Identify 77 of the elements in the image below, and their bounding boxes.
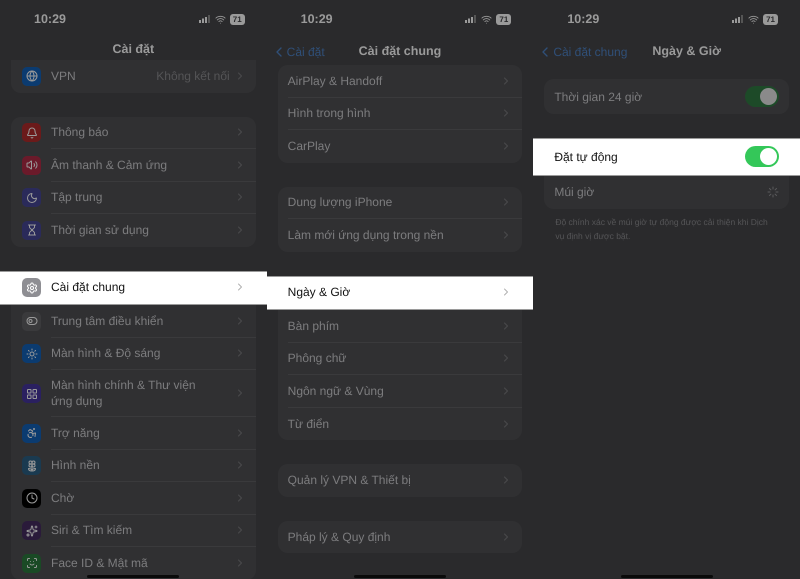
battery-level: 71 — [230, 14, 245, 24]
signal-icon — [465, 15, 478, 23]
row-label: Bàn phím — [288, 318, 340, 334]
settings-row[interactable]: Phông chữ — [278, 342, 522, 375]
row-label: Hình nền — [51, 457, 100, 474]
battery-level: 71 — [496, 14, 512, 24]
row-label: Đặt tự động — [554, 148, 618, 164]
toggle-switch[interactable] — [744, 146, 779, 167]
settings-row[interactable]: Face ID & Mật mã — [11, 547, 256, 579]
row-label: Ngày & Giờ — [288, 284, 350, 300]
row-label: Phông chữ — [288, 350, 346, 366]
settings-row[interactable]: AirPlay & Handoff — [278, 65, 522, 98]
settings-row[interactable]: Thời gian sử dụng — [11, 214, 256, 246]
settings-row[interactable]: Màn hình chính & Thư viện ứng dụng — [11, 370, 256, 417]
settings-row[interactable]: Cài đặt chung — [0, 270, 267, 305]
row-label: Từ điển — [288, 416, 330, 432]
row-label: Âm thanh & Cảm ứng — [51, 156, 168, 173]
nav-title: Cài đặt — [112, 40, 154, 58]
settings-row[interactable]: Múi giờ — [544, 176, 789, 208]
settings-row[interactable]: Trung tâm điều khiển — [11, 305, 256, 338]
battery-level: 71 — [763, 14, 778, 24]
row-label: Trung tâm điều khiển — [51, 312, 164, 329]
settings-row[interactable]: CarPlay — [278, 130, 522, 162]
settings-row[interactable]: Ngày & Giờ — [266, 276, 534, 310]
row-label: Thời gian 24 giờ — [554, 88, 642, 104]
row-label: Ngôn ngữ & Vùng — [288, 382, 384, 399]
row-label: Tập trung — [51, 189, 102, 206]
settings-row[interactable]: Tập trung — [11, 182, 256, 214]
row-label: Cài đặt chung — [51, 279, 126, 296]
wifi-icon — [748, 14, 760, 24]
row-label: Múi giờ — [554, 184, 594, 200]
status-time: 10:29 — [567, 10, 600, 28]
settings-row[interactable]: Thời gian 24 giờ — [544, 79, 789, 114]
row-label: CarPlay — [288, 138, 330, 154]
row-label: AirPlay & Handoff — [288, 72, 382, 89]
settings-row[interactable]: Thông báo — [11, 116, 256, 149]
row-label: Pháp lý & Quy định — [288, 528, 390, 545]
row-label: Chờ — [51, 490, 74, 506]
nav-title: Ngày & Giờ — [652, 43, 721, 60]
toggle-switch[interactable] — [744, 86, 779, 107]
wifi-icon — [481, 14, 492, 24]
row-label: Màn hình & Độ sáng — [51, 345, 160, 362]
settings-row[interactable]: Màn hình & Độ sáng — [11, 338, 256, 370]
row-label: Làm mới ứng dụng trong nền — [288, 227, 444, 244]
settings-row[interactable]: Từ điển — [278, 408, 522, 440]
row-label: Thời gian sử dụng — [51, 222, 149, 238]
status-time: 10:29 — [34, 10, 66, 28]
settings-row[interactable]: Quản lý VPN & Thiết bị — [278, 464, 522, 496]
signal-icon — [198, 15, 211, 23]
settings-row[interactable]: Hình trong hình — [278, 98, 522, 130]
settings-row[interactable]: Dung lượng iPhone — [278, 186, 522, 219]
row-label: Hình trong hình — [288, 105, 370, 122]
row-label: Màn hình chính & Thư viện ứng dụng — [51, 377, 197, 409]
settings-row[interactable]: Bàn phím — [278, 310, 522, 342]
settings-row[interactable]: Chờ — [11, 482, 256, 514]
settings-row[interactable]: Âm thanh & Cảm ứng — [11, 149, 256, 182]
row-label: VPN — [51, 68, 76, 84]
row-label: Thông báo — [51, 124, 108, 140]
spinner-icon — [766, 186, 779, 198]
row-label: Dung lượng iPhone — [288, 194, 392, 210]
row-label: Siri & Tìm kiếm — [51, 522, 132, 538]
settings-row[interactable]: Trợ năng — [11, 417, 256, 450]
settings-row[interactable]: Làm mới ứng dụng trong nền — [278, 219, 522, 252]
wifi-icon — [214, 14, 226, 24]
back-button[interactable]: Cài đặt — [270, 42, 325, 60]
settings-row[interactable]: Ngôn ngữ & Vùng — [278, 375, 522, 408]
signal-icon — [732, 15, 744, 23]
back-button[interactable]: Cài đặt chung — [537, 42, 628, 60]
row-label: Trợ năng — [51, 424, 100, 441]
nav-title: Cài đặt chung — [358, 43, 442, 60]
settings-row[interactable]: Hình nền — [11, 450, 256, 482]
settings-row[interactable]: Siri & Tìm kiếm — [11, 514, 256, 547]
status-time: 10:29 — [300, 10, 333, 28]
row-label: Quản lý VPN & Thiết bị — [288, 472, 411, 488]
settings-row[interactable]: Pháp lý & Quy định — [278, 520, 522, 553]
settings-row[interactable]: Đặt tự động — [533, 138, 800, 176]
row-label: Face ID & Mật mã — [51, 555, 148, 572]
